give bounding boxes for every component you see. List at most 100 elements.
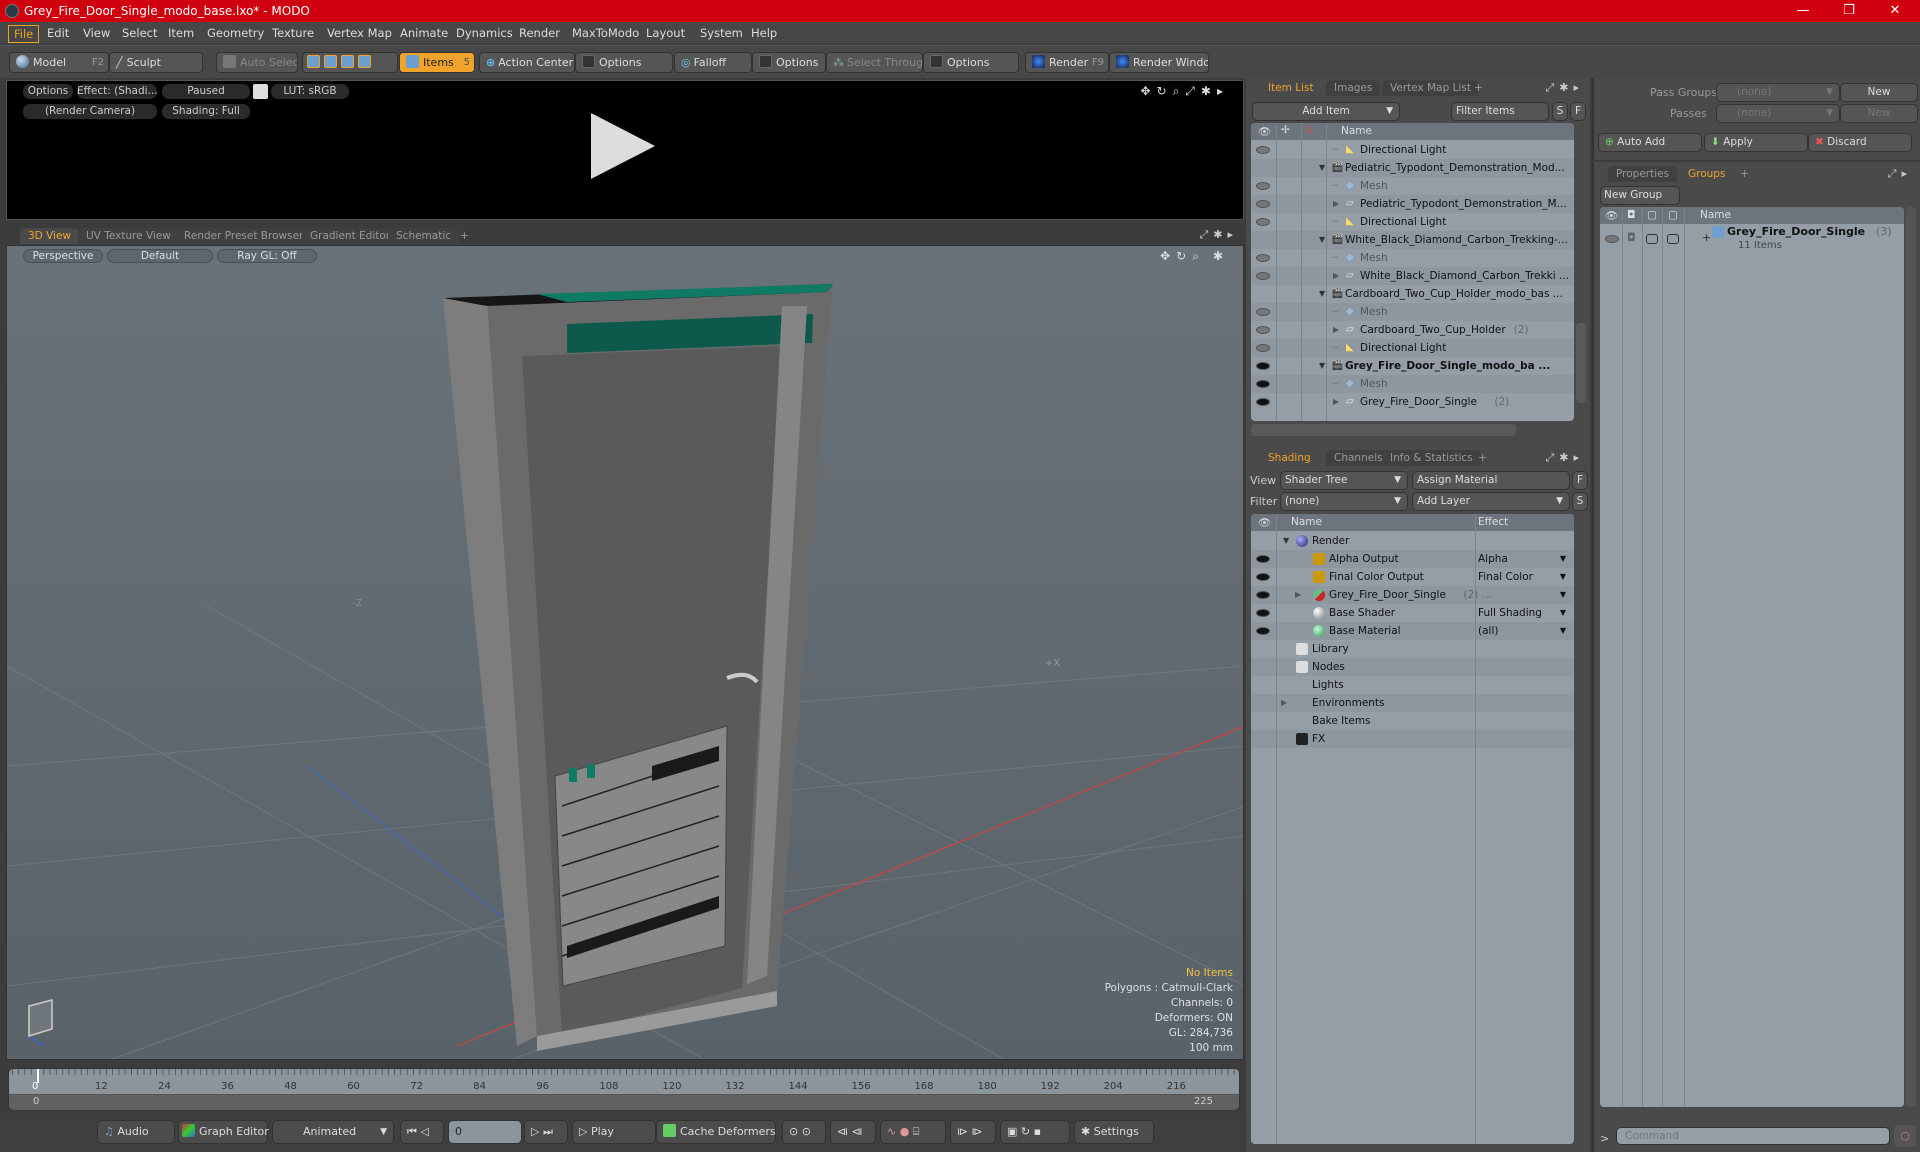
vertical-scrollbar[interactable] — [1576, 323, 1586, 403]
shader-row[interactable]: FX — [1251, 730, 1574, 748]
pan-icon[interactable]: ✥ — [1160, 249, 1176, 263]
next-key-icon[interactable]: ▷ — [531, 1125, 539, 1138]
maximize-icon[interactable]: ⤢ — [1199, 228, 1213, 241]
timeline[interactable]: 0 12 24 36 48 60 72 84 96 108 120 132 144 156 168 180 19… — [8, 1068, 1240, 1110]
eye-icon[interactable] — [1256, 200, 1270, 208]
eye-icon[interactable] — [1256, 146, 1270, 154]
gear-icon[interactable]: ✱ — [1201, 84, 1217, 98]
animated-dropdown[interactable]: Animated ▼ — [272, 1120, 394, 1144]
rotate-icon[interactable]: ↻ — [1157, 84, 1173, 98]
key-filter-icon[interactable]: ⌸ — [913, 1125, 920, 1138]
go-start-icon[interactable]: ⏮ — [407, 1125, 417, 1138]
tab-groups[interactable]: Groups — [1680, 166, 1734, 182]
prev-key-icon[interactable]: ◁ — [420, 1125, 428, 1138]
filter-dropdown[interactable]: (none) ▼ — [1280, 492, 1408, 511]
tab-render-preset-browser[interactable]: Render Preset Browser — [176, 228, 312, 244]
command-history-icon[interactable]: ○ — [1894, 1125, 1916, 1147]
discard-button[interactable]: ✖ Discard — [1808, 133, 1912, 152]
add-tab-button[interactable]: + — [1466, 80, 1491, 96]
auto-key-icon[interactable]: ∿ — [887, 1125, 896, 1138]
first-prev-key-buttons[interactable]: ⏮ ◁ — [400, 1120, 444, 1144]
s-button[interactable]: S — [1572, 492, 1588, 511]
record-icon[interactable]: ● — [900, 1125, 910, 1138]
expand-icon[interactable]: ▶ — [1333, 267, 1339, 285]
render-window-button[interactable]: Render Window — [1109, 52, 1209, 73]
next-last-key-buttons[interactable]: ▷ ⏭ — [524, 1120, 568, 1144]
expand-icon[interactable]: ▶ — [1333, 195, 1339, 213]
lock-icon[interactable] — [253, 84, 268, 99]
eye-icon[interactable] — [1256, 182, 1270, 190]
next-key-buttons[interactable]: ⧐ ⧐ — [950, 1120, 996, 1144]
item-row[interactable]: ┈ ◆ Mesh — [1251, 375, 1574, 393]
range-bar[interactable]: 0 225 — [9, 1095, 1239, 1110]
item-row[interactable]: ▶ ▱ Cardboard_Two_Cup_Holder (2) — [1251, 321, 1574, 339]
settings-button[interactable]: ✱ Settings — [1074, 1120, 1154, 1144]
shader-row[interactable]: Nodes — [1251, 658, 1574, 676]
effect-dropdown-arrow-icon[interactable]: ▼ — [1560, 568, 1566, 586]
shader-row[interactable]: Alpha Output Alpha ▼ — [1251, 550, 1574, 568]
tab-images[interactable]: Images — [1326, 80, 1381, 96]
go-end-icon[interactable]: ⏭ — [543, 1125, 553, 1138]
tab-vertex-map-list[interactable]: Vertex Map List — [1382, 80, 1479, 96]
f-button[interactable]: F — [1570, 102, 1586, 121]
edge-mode-icon[interactable] — [324, 55, 337, 68]
shader-row[interactable]: ▶ Grey_Fire_Door_Single (2) ... ▼ — [1251, 586, 1574, 604]
raygl-toggle[interactable]: Ray GL: Off — [217, 249, 317, 263]
projection-dropdown[interactable]: Perspective — [23, 249, 103, 263]
expand-icon[interactable]: + — [1702, 231, 1711, 244]
menu-file[interactable]: File — [8, 25, 40, 43]
effect-value[interactable]: Alpha — [1478, 550, 1508, 568]
auto-select-button[interactable]: Auto Select — [216, 52, 298, 73]
arrow-right-icon[interactable]: ▸ — [1573, 81, 1584, 94]
paused-toggle[interactable]: Paused — [162, 84, 250, 99]
menu-texture[interactable]: Texture — [267, 25, 319, 41]
select-through-options-button[interactable]: Options — [923, 52, 1019, 73]
command-input[interactable] — [1616, 1127, 1890, 1145]
shader-row[interactable]: Library — [1251, 640, 1574, 658]
lock-checkbox[interactable] — [1646, 234, 1658, 244]
menu-layout[interactable]: Layout — [641, 25, 690, 41]
item-row[interactable]: ┈ ◣ Directional Light — [1251, 141, 1574, 159]
menu-edit[interactable]: Edit — [42, 25, 74, 41]
eye-icon[interactable] — [1256, 272, 1270, 280]
tab-properties[interactable]: Properties — [1608, 166, 1678, 182]
new-group-button[interactable]: New Group — [1600, 186, 1680, 205]
item-row[interactable]: ┈ ◣ Directional Light — [1251, 339, 1574, 357]
style-dropdown[interactable]: Default — [107, 249, 213, 263]
lut-dropdown[interactable]: LUT: sRGB — [271, 84, 349, 99]
collapse-icon[interactable]: ▼ — [1319, 285, 1325, 303]
falloff-options-button[interactable]: Options — [752, 52, 826, 73]
tab-shading[interactable]: Shading — [1260, 450, 1319, 466]
key-buttons[interactable]: ⊙ ⊙ — [782, 1120, 826, 1144]
arrow-right-icon[interactable]: ▸ — [1227, 228, 1238, 241]
eye-icon[interactable] — [1256, 591, 1270, 599]
maximize-icon[interactable]: ⤢ — [1545, 451, 1559, 464]
gear-icon[interactable]: ✱ — [1559, 451, 1573, 464]
new-pass-button[interactable]: New — [1840, 104, 1918, 123]
eye-icon[interactable] — [1256, 344, 1270, 352]
shader-row[interactable]: Lights — [1251, 676, 1574, 694]
menu-dynamics[interactable]: Dynamics — [451, 25, 518, 41]
shader-row[interactable]: Base Shader Full Shading ▼ — [1251, 604, 1574, 622]
gear-icon[interactable]: ✱ — [1213, 228, 1227, 241]
add-layer-dropdown[interactable]: Add Layer ▼ — [1412, 492, 1570, 511]
maximize-icon[interactable]: ⤢ — [1545, 81, 1559, 94]
collapse-icon[interactable]: ▼ — [1319, 357, 1325, 375]
vertex-mode-icon[interactable] — [307, 55, 320, 68]
maximize-icon[interactable]: ⤢ — [1185, 84, 1201, 98]
item-list-tree[interactable]: 👁 ✢ ⅄ Name ┈ ◣ Directional Light ▼ 🎬 Pediatri… — [1251, 123, 1574, 421]
effect-dropdown[interactable]: Effect: (Shadi... — [77, 84, 157, 99]
passes-dropdown[interactable]: (none) ▼ — [1716, 104, 1840, 123]
gear-icon[interactable]: ✱ — [1559, 81, 1573, 94]
effect-dropdown-arrow-icon[interactable]: ▼ — [1560, 586, 1566, 604]
tab-info-statistics[interactable]: Info & Statistics — [1382, 450, 1481, 466]
menu-geometry[interactable]: Geometry — [202, 25, 269, 41]
shader-row[interactable]: ▶ Environments — [1251, 694, 1574, 712]
misc-anim-buttons[interactable]: ▣ ↻ ▪ — [1000, 1120, 1070, 1144]
tab-channels[interactable]: Channels — [1326, 450, 1391, 466]
add-tab-button[interactable]: + — [452, 228, 477, 244]
prev-key-buttons[interactable]: ⧏ ⧏ — [830, 1120, 876, 1144]
expand-icon[interactable]: ▶ — [1281, 694, 1287, 712]
eye-icon[interactable] — [1256, 218, 1270, 226]
minimize-icon[interactable]: — — [1780, 0, 1826, 22]
